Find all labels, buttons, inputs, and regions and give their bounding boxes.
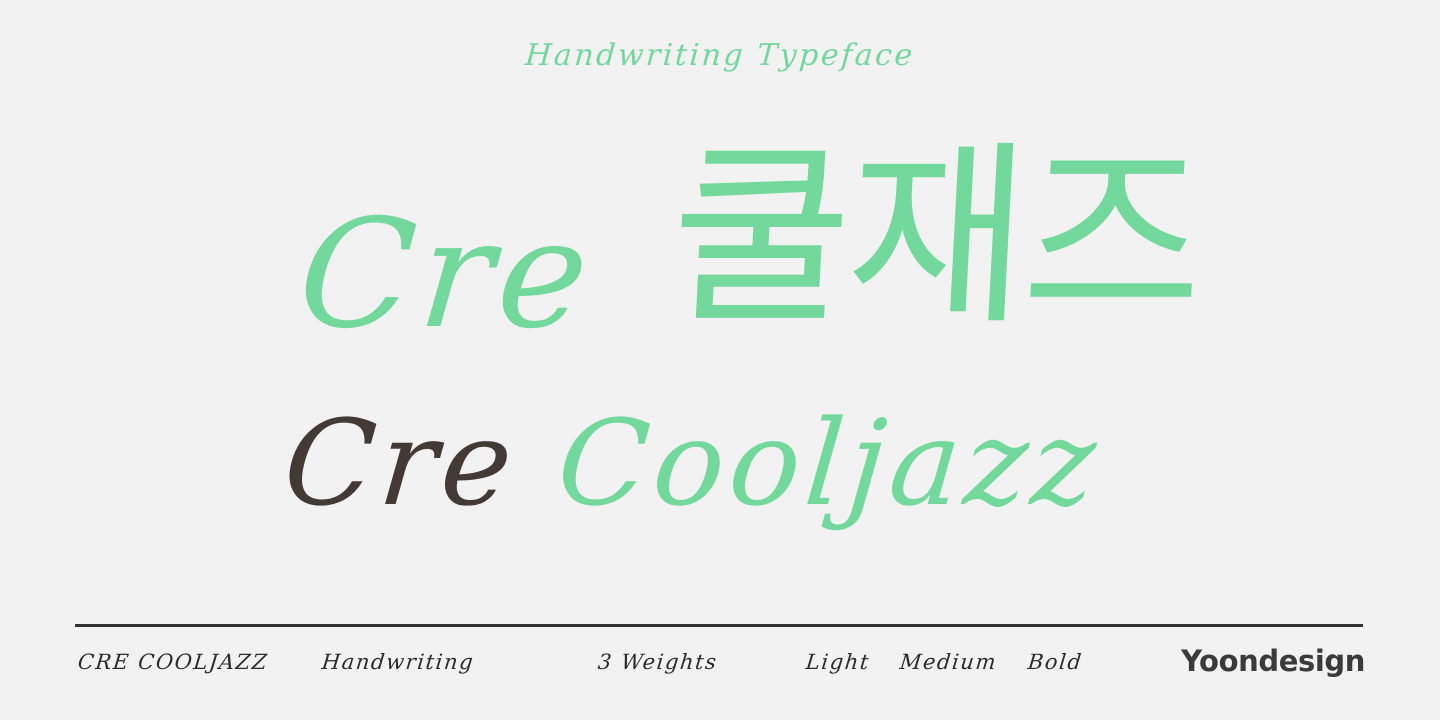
footer-weight-bold: Bold [1026, 650, 1084, 674]
footer-divider [75, 624, 1363, 627]
headline-hangul-cooljazz: 쿨재즈 [665, 124, 1207, 352]
footer-category: Handwriting [320, 650, 476, 674]
footer-weight-count: 3 Weights [596, 650, 719, 674]
headline-primary: Cre 쿨재즈 [292, 124, 1350, 380]
headline-latin-cre: Cre [292, 188, 601, 362]
footer-weight-light: Light [804, 650, 872, 674]
footer-font-name: CRE COOLJAZZ [76, 650, 270, 674]
headline-secondary-cooljazz: Cooljazz [552, 394, 1106, 532]
footer-weight-medium: Medium [898, 650, 999, 674]
brand-logo-yoondesign: Yoondesign [1181, 644, 1365, 678]
headline-secondary: Cre Cooljazz [279, 394, 1106, 532]
headline-secondary-cre: Cre [278, 394, 523, 532]
kicker-title: Handwriting Typeface [524, 38, 916, 73]
font-specimen-poster: Handwriting Typeface Cre 쿨재즈 Cre Cooljazz… [0, 0, 1440, 720]
footer-bar: CRE COOLJAZZ Handwriting 3 Weights Light… [0, 644, 1440, 694]
